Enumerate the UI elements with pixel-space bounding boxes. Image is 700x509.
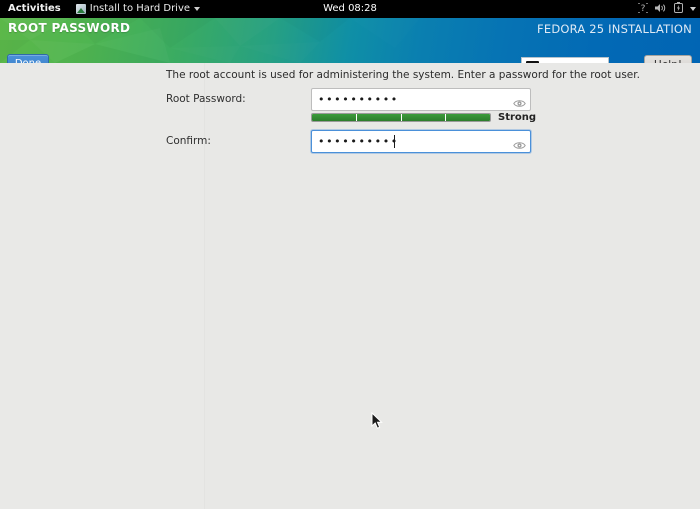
root-password-input-wrap (311, 87, 531, 111)
root-password-input[interactable] (311, 87, 531, 111)
clock-label[interactable]: Wed 08:28 (323, 3, 377, 14)
text-caret (394, 134, 395, 148)
installer-header: ROOT PASSWORD Done FEDORA 25 INSTALLATIO… (0, 18, 700, 63)
confirm-password-label: Confirm: (166, 135, 211, 147)
accessibility-icon[interactable]: ? (638, 2, 648, 16)
app-menu-button[interactable]: Install to Hard Drive (70, 0, 206, 18)
chevron-down-icon (194, 7, 201, 11)
password-strength-bar (311, 113, 491, 122)
keyboard-icon (526, 61, 539, 63)
strength-segment (356, 114, 402, 121)
volume-icon[interactable] (655, 3, 667, 16)
installation-brand: FEDORA 25 INSTALLATION (537, 22, 692, 36)
svg-text:?: ? (641, 4, 646, 13)
page-title: ROOT PASSWORD (8, 21, 131, 35)
eye-icon[interactable] (513, 94, 526, 107)
anaconda-icon (75, 4, 86, 14)
system-status-area[interactable]: ? (638, 0, 696, 18)
strength-segment (401, 114, 447, 121)
root-password-form: The root account is used for administeri… (166, 63, 700, 509)
keyboard-layout-label: us (543, 61, 554, 63)
confirm-password-input[interactable] (311, 129, 531, 153)
app-menu-label: Install to Hard Drive (89, 3, 191, 14)
confirm-password-input-wrap (311, 129, 531, 153)
done-button[interactable]: Done (7, 54, 49, 63)
battery-icon[interactable] (674, 2, 683, 16)
chevron-down-icon[interactable] (690, 7, 696, 11)
main-content: The root account is used for administeri… (0, 63, 700, 509)
strength-segment (446, 114, 490, 121)
gnome-top-bar: Activities Install to Hard Drive Wed 08:… (0, 0, 700, 18)
intro-text: The root account is used for administeri… (166, 69, 640, 81)
strength-segment (312, 114, 357, 121)
help-button[interactable]: Help! (644, 55, 692, 63)
password-strength-row: Strong (311, 112, 536, 123)
confirm-password-row: Confirm: (166, 129, 531, 153)
eye-icon[interactable] (513, 136, 526, 149)
activities-button[interactable]: Activities (0, 0, 70, 18)
keyboard-layout-indicator[interactable]: us (521, 57, 609, 63)
root-password-label: Root Password: (166, 93, 246, 105)
root-password-row: Root Password: (166, 87, 531, 111)
password-strength-label: Strong (498, 112, 537, 123)
